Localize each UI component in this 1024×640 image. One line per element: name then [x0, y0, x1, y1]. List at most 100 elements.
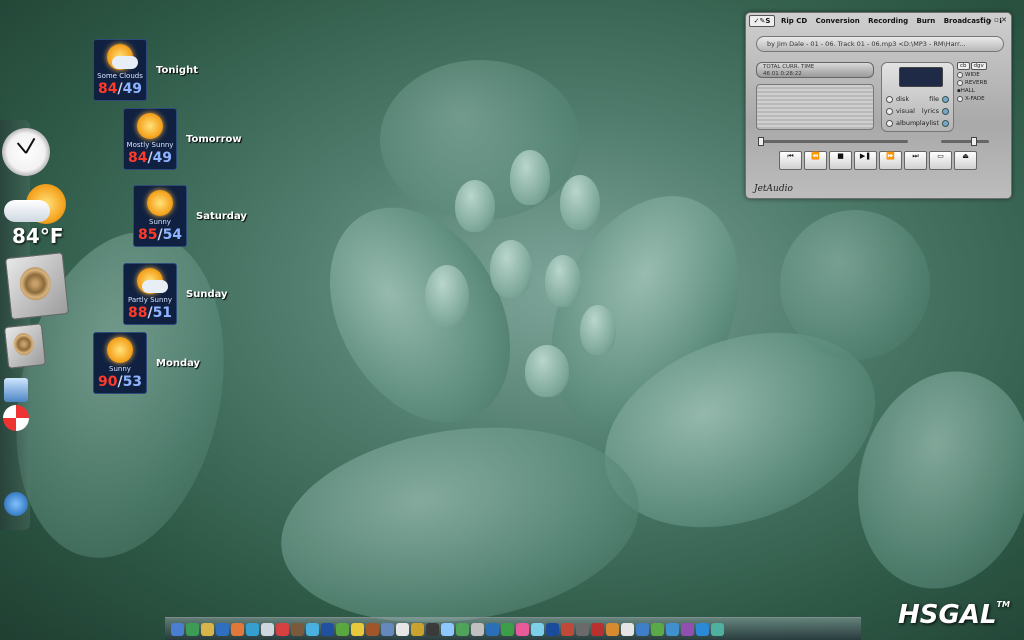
open-folder-button[interactable]: ▭ — [929, 151, 952, 170]
option-file[interactable]: file — [929, 95, 949, 103]
effect-reverb[interactable]: REVERB — [957, 80, 1005, 86]
dock-app-icon[interactable] — [321, 622, 334, 636]
player-control-buttons[interactable]: ✓✎S — [749, 15, 775, 27]
dock-app-icon[interactable] — [486, 622, 499, 636]
dock-app-icon[interactable] — [696, 622, 709, 636]
dock-app-icon[interactable] — [291, 622, 304, 636]
forecast-card: Sunny 85/54 — [133, 185, 187, 247]
effect-wide[interactable]: WIDE — [957, 72, 1005, 78]
now-playing-title: by Jim Dale - 01 - 06. Track 01 - 06.mp3… — [756, 36, 1004, 52]
forecast-temps: 88/51 — [127, 305, 173, 321]
option-disk[interactable]: disk — [886, 95, 909, 103]
preset-select-2[interactable]: dgv — [970, 62, 987, 70]
preset-select-1[interactable]: cb — [957, 62, 970, 70]
forecast-card: Some Clouds 84/49 — [93, 39, 147, 101]
dock-app-icon[interactable] — [651, 622, 664, 636]
dock-app-icon[interactable] — [456, 622, 469, 636]
dock-app-icon[interactable] — [396, 622, 409, 636]
dock-app-icon[interactable] — [621, 622, 634, 636]
bottom-dock — [165, 617, 861, 640]
dock-app-icon[interactable] — [411, 622, 424, 636]
dock-app-icon[interactable] — [186, 622, 199, 636]
option-album[interactable]: album — [886, 119, 916, 127]
dock-app-icon[interactable] — [246, 622, 259, 636]
current-weather-widget[interactable]: 84°F — [2, 182, 72, 248]
dock-app-icon[interactable] — [306, 622, 319, 636]
sun-icon — [147, 190, 173, 216]
option-playlist[interactable]: playlist — [916, 119, 949, 127]
dock-app-icon[interactable] — [561, 622, 574, 636]
prev-track-button[interactable]: ⏮ — [779, 151, 802, 170]
dock-app-icon[interactable] — [366, 622, 379, 636]
forecast-temps: 90/53 — [97, 374, 143, 390]
menu-conversion[interactable]: Conversion — [816, 17, 860, 25]
sun-icon — [107, 337, 133, 363]
play-button-icon[interactable] — [4, 492, 28, 516]
rewind-button[interactable]: ⏪ — [804, 151, 827, 170]
forecast-temps: 84/49 — [127, 150, 173, 166]
stop-button[interactable]: ■ — [829, 151, 852, 170]
jetaudio-player[interactable]: ✓✎S Rip CD Conversion Recording Burn Bro… — [745, 12, 1012, 199]
dock-app-icon[interactable] — [681, 622, 694, 636]
dock-app-icon[interactable] — [636, 622, 649, 636]
effects-panel: cb dgv WIDE REVERB ▪ HALL X-FADE — [957, 62, 1005, 132]
forecast-item-tomorrow[interactable]: Mostly Sunny 84/49 Tomorrow — [123, 108, 242, 170]
hard-drive-icon[interactable] — [4, 252, 70, 320]
hsgal-logo: HSGALTM — [898, 600, 1010, 630]
forecast-card: Sunny 90/53 — [93, 332, 147, 394]
lifebuoy-icon[interactable] — [3, 405, 29, 431]
dock-app-icon[interactable] — [546, 622, 559, 636]
clock-widget[interactable] — [2, 128, 50, 176]
dock-app-icon[interactable] — [501, 622, 514, 636]
dock-app-icon[interactable] — [471, 622, 484, 636]
dock-app-icon[interactable] — [336, 622, 349, 636]
forecast-item-tonight[interactable]: Some Clouds 84/49 Tonight — [93, 39, 198, 101]
dock-app-icon[interactable] — [276, 622, 289, 636]
dock-app-icon[interactable] — [216, 622, 229, 636]
seek-slider[interactable] — [758, 137, 908, 146]
forecast-condition: Sunny — [109, 365, 131, 373]
dock-app-icon[interactable] — [426, 622, 439, 636]
volume-slider[interactable] — [941, 137, 989, 146]
forecast-temps: 85/54 — [137, 227, 183, 243]
dock-app-icon[interactable] — [606, 622, 619, 636]
dock-app-icon[interactable] — [441, 622, 454, 636]
dock-app-icon[interactable] — [171, 622, 184, 636]
cloud-icon — [112, 56, 138, 69]
dock-app-icon[interactable] — [576, 622, 589, 636]
transport-controls: ⏮ ⏪ ■ ▶❚ ⏩ ⏭ ▭ ⏏ — [779, 151, 977, 170]
dock-app-icon[interactable] — [666, 622, 679, 636]
dock-app-icon[interactable] — [591, 622, 604, 636]
play-pause-button[interactable]: ▶❚ — [854, 151, 877, 170]
option-lyrics[interactable]: lyrics — [922, 107, 949, 115]
forecast-item-saturday[interactable]: Sunny 85/54 Saturday — [133, 185, 247, 247]
dock-app-icon[interactable] — [231, 622, 244, 636]
effect-xfade[interactable]: X-FADE — [957, 96, 1005, 102]
window-controls[interactable]: ? ↘ ▫ ✕ — [980, 16, 1007, 24]
hard-drive-small-icon[interactable] — [3, 323, 47, 369]
dock-app-icon[interactable] — [516, 622, 529, 636]
drive-icon[interactable] — [4, 378, 28, 402]
menu-burn[interactable]: Burn — [917, 17, 936, 25]
dock-app-icon[interactable] — [261, 622, 274, 636]
next-track-button[interactable]: ⏭ — [904, 151, 927, 170]
dock-app-icon[interactable] — [531, 622, 544, 636]
dock-app-icon[interactable] — [201, 622, 214, 636]
forecast-item-monday[interactable]: Sunny 90/53 Monday — [93, 332, 200, 394]
time-values: 46 01 0:28:22 — [763, 70, 802, 77]
dock-app-icon[interactable] — [351, 622, 364, 636]
forecast-condition: Partly Sunny — [127, 296, 173, 304]
forecast-day: Tomorrow — [186, 133, 242, 145]
forecast-item-sunday[interactable]: Partly Sunny 88/51 Sunday — [123, 263, 228, 325]
forward-button[interactable]: ⏩ — [879, 151, 902, 170]
forecast-day: Monday — [156, 357, 201, 369]
cloud-icon — [142, 280, 168, 293]
eject-button[interactable]: ⏏ — [954, 151, 977, 170]
menu-rip-cd[interactable]: Rip CD — [781, 17, 807, 25]
forecast-day: Tonight — [156, 64, 198, 76]
option-visual[interactable]: visual — [886, 107, 915, 115]
dock-app-icon[interactable] — [381, 622, 394, 636]
effect-hall[interactable]: ▪ HALL — [957, 88, 1005, 94]
menu-recording[interactable]: Recording — [868, 17, 908, 25]
dock-app-icon[interactable] — [711, 622, 724, 636]
